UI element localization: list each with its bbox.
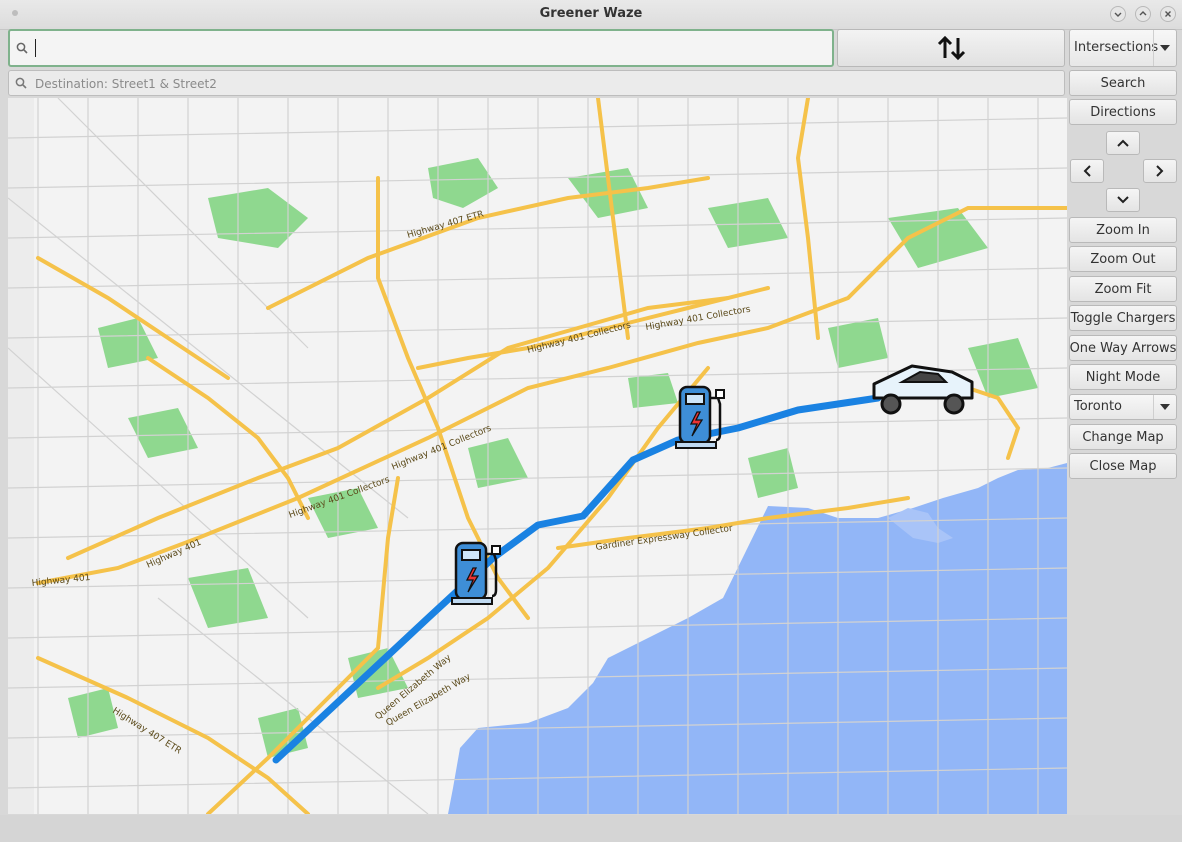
search-button[interactable]: Search	[1069, 70, 1177, 96]
app-window: Greener Waze Destination: Street1 & Stre…	[0, 0, 1182, 842]
zoom-in-button[interactable]: Zoom In	[1069, 217, 1177, 243]
chevron-up-icon	[1117, 139, 1129, 147]
chevron-down-icon	[1117, 196, 1129, 204]
charging-station-icon[interactable]	[451, 541, 501, 605]
search-icon	[15, 77, 27, 89]
road-label: Highway 407 ETR	[110, 706, 182, 756]
charging-station-icon[interactable]	[675, 385, 725, 449]
dropdown-arrow-icon	[1153, 30, 1176, 66]
search-mode-value: Intersections	[1074, 40, 1159, 55]
pan-left-button[interactable]	[1070, 159, 1104, 183]
toggle-chargers-button[interactable]: Toggle Chargers	[1069, 305, 1177, 331]
start-search-input[interactable]	[34, 38, 828, 60]
title-bar: Greener Waze	[0, 0, 1182, 30]
map-select[interactable]: Toronto	[1069, 394, 1177, 420]
destination-search-field[interactable]	[8, 70, 1065, 96]
destination-search-input[interactable]	[33, 74, 1057, 94]
road-label: Highway 401 Collectors	[645, 305, 752, 333]
chevron-right-icon	[1156, 165, 1164, 177]
maximize-icon[interactable]	[1135, 6, 1151, 22]
pan-up-button[interactable]	[1106, 131, 1140, 155]
map-canvas[interactable]: Highway 407 ETR Highway 401 Collectors H…	[8, 98, 1067, 814]
close-map-button[interactable]: Close Map	[1069, 453, 1177, 479]
directions-button[interactable]: Directions	[1069, 99, 1177, 125]
zoom-out-button[interactable]: Zoom Out	[1069, 246, 1177, 272]
dropdown-arrow-icon	[1153, 395, 1176, 419]
one-way-arrows-button[interactable]: One Way Arrows	[1069, 335, 1177, 361]
road-label: Highway 407 ETR	[406, 209, 485, 240]
status-bar	[0, 815, 1182, 842]
search-icon	[16, 42, 28, 54]
minimize-icon[interactable]	[1110, 6, 1126, 22]
map-svg[interactable]: Highway 407 ETR Highway 401 Collectors H…	[8, 98, 1067, 814]
car-icon[interactable]	[872, 364, 974, 415]
window-title: Greener Waze	[539, 6, 643, 21]
pan-down-button[interactable]	[1106, 188, 1140, 212]
start-search-field[interactable]	[8, 29, 834, 67]
change-map-button[interactable]: Change Map	[1069, 424, 1177, 450]
text-cursor	[35, 39, 36, 57]
chevron-left-icon	[1083, 165, 1091, 177]
close-icon[interactable]	[1160, 6, 1176, 22]
night-mode-button[interactable]: Night Mode	[1069, 364, 1177, 390]
swap-directions-button[interactable]	[837, 29, 1065, 67]
swap-arrows-icon	[937, 35, 966, 61]
map-select-value: Toronto	[1074, 399, 1122, 414]
search-mode-select[interactable]: Intersections	[1069, 29, 1177, 67]
pan-right-button[interactable]	[1143, 159, 1177, 183]
zoom-fit-button[interactable]: Zoom Fit	[1069, 276, 1177, 302]
lake-ontario	[448, 463, 1067, 814]
